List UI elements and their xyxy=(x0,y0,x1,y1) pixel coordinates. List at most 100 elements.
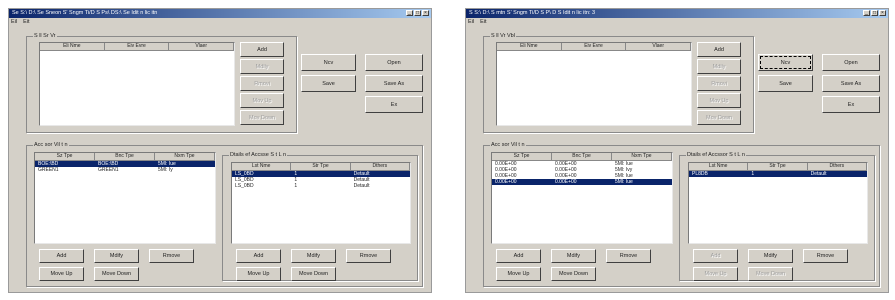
open-button[interactable]: Open xyxy=(822,54,880,71)
col-file-name[interactable]: Eli Nme xyxy=(497,43,562,50)
accessor-remove-button[interactable]: Rmove xyxy=(149,249,194,263)
list-cell: 5Ml: Iy xyxy=(158,167,173,173)
file-modify-button[interactable]: Mdily xyxy=(240,59,284,74)
detail-move-up-button[interactable]: Move Up xyxy=(236,267,281,281)
file-group-label: S ll Vr Vbl xyxy=(490,33,516,40)
maximize-icon[interactable]: □ xyxy=(414,10,421,16)
exit-button[interactable]: Ex xyxy=(822,96,880,113)
col-list-name[interactable]: Lst Nme xyxy=(232,163,292,170)
save-button[interactable]: Save xyxy=(301,75,356,92)
save-button[interactable]: Save xyxy=(758,75,813,92)
col-max-type[interactable]: Nxm Tpe xyxy=(612,153,672,160)
accessor-remove-button[interactable]: Rmove xyxy=(606,249,651,263)
detail-move-down-button[interactable]: Move Down xyxy=(748,267,793,281)
list-item[interactable]: 0.00E+00 0.00E+00 5Ml: Iue xyxy=(492,179,672,185)
file-list[interactable]: Eli Nme Eiv Evre Vlaer xyxy=(496,42,692,126)
list-cell: 1 xyxy=(294,183,298,189)
col-value[interactable]: Vlaer xyxy=(169,43,234,50)
list-cell: PL8DB xyxy=(692,171,708,177)
accessor-modify-button[interactable]: Mdify xyxy=(551,249,596,263)
col-file-name[interactable]: Eli Nme xyxy=(40,43,105,50)
menu-file[interactable]: Eil xyxy=(11,19,17,26)
file-modify-button[interactable]: Mdily xyxy=(697,59,741,74)
detail-add-button[interactable]: Add xyxy=(693,249,738,263)
col-file-type[interactable]: Eiv Evre xyxy=(105,43,170,50)
col-others[interactable]: Dthers xyxy=(808,163,867,170)
file-remove-button[interactable]: Rmovi xyxy=(240,76,284,91)
detail-list[interactable]: Lst Nme Str Tpe Dthers PL8DB 1 Detault xyxy=(688,162,868,244)
accessor-move-up-button[interactable]: Move Up xyxy=(39,267,84,281)
minimize-icon[interactable]: _ xyxy=(406,10,413,16)
file-move-down-button[interactable]: Mov Down xyxy=(697,110,741,125)
detail-move-up-button[interactable]: Move Up xyxy=(693,267,738,281)
col-size-type[interactable]: Sz Tpe xyxy=(492,153,552,160)
detail-remove-button[interactable]: Rmove xyxy=(803,249,848,263)
window-title: S S:\ D:\ S mtn S' Sngm Ti/D S P\ D S Id… xyxy=(469,10,596,16)
menu-edit[interactable]: Eit xyxy=(480,19,486,26)
menu-edit[interactable]: Eit xyxy=(23,19,29,26)
detail-list[interactable]: Lst Nme Str Tpe Dthers LS_0BD 1 Detault … xyxy=(231,162,411,244)
detail-modify-button[interactable]: Mdify xyxy=(748,249,793,263)
list-item[interactable]: LS_0BD 1 Detault xyxy=(232,183,410,189)
col-bank-type[interactable]: Bnc Tpe xyxy=(552,153,612,160)
list-cell: 0.00E+00 xyxy=(495,179,517,185)
list-cell: LS_0BD xyxy=(235,183,254,189)
close-icon[interactable]: × xyxy=(879,10,886,16)
list-item[interactable]: GREEN1 GREEN1 5Ml: Iy xyxy=(35,167,215,173)
detail-group-label: Dtails ef Accsse S t L n xyxy=(229,152,288,159)
save-as-button[interactable]: Save As xyxy=(365,75,423,92)
col-file-type[interactable]: Eiv Evre xyxy=(562,43,627,50)
file-add-button[interactable]: Add xyxy=(697,42,741,57)
detail-modify-button[interactable]: Mdify xyxy=(291,249,336,263)
list-cell: 0.00E+00 xyxy=(555,179,577,185)
menu-bar: Eil Eit xyxy=(468,19,487,26)
accessor-add-button[interactable]: Add xyxy=(496,249,541,263)
col-size-type[interactable]: Sz Tpe xyxy=(35,153,95,160)
col-str-type[interactable]: Str Tpe xyxy=(748,163,808,170)
save-as-button[interactable]: Save As xyxy=(822,75,880,92)
accessor-modify-button[interactable]: Mdify xyxy=(94,249,139,263)
col-value[interactable]: Vlaer xyxy=(626,43,691,50)
col-list-name[interactable]: Lst Nme xyxy=(689,163,749,170)
detail-remove-button[interactable]: Rmove xyxy=(346,249,391,263)
col-max-type[interactable]: Nxm Tpe xyxy=(155,153,215,160)
file-list[interactable]: Eli Nme Eiv Evre Vlaer xyxy=(39,42,235,126)
list-cell: GREEN1 xyxy=(98,167,119,173)
accessor-move-down-button[interactable]: Move Down xyxy=(94,267,139,281)
detail-add-button[interactable]: Add xyxy=(236,249,281,263)
accessor-move-up-button[interactable]: Move Up xyxy=(496,267,541,281)
menu-bar: Eil Eit xyxy=(11,19,30,26)
detail-move-down-button[interactable]: Move Down xyxy=(291,267,336,281)
list-item[interactable]: PL8DB 1 Detault xyxy=(689,171,867,177)
exit-button[interactable]: Ex xyxy=(365,96,423,113)
file-move-down-button[interactable]: Mov Down xyxy=(240,110,284,125)
file-add-button[interactable]: Add xyxy=(240,42,284,57)
accessor-list[interactable]: Sz Tpe Bnc Tpe Nxm Tpe BOE:\BD BOE:\BD 5… xyxy=(34,152,216,244)
accessor-move-down-button[interactable]: Move Down xyxy=(551,267,596,281)
file-remove-button[interactable]: Rmovi xyxy=(697,76,741,91)
title-bar: S S:\ D:\ S mtn S' Sngm Ti/D S P\ D S Id… xyxy=(466,9,888,18)
list-cell: 1 xyxy=(751,171,755,177)
list-cell: GREEN1 xyxy=(38,167,59,173)
list-cell: Detault xyxy=(810,171,827,177)
editor-window-2: S S:\ D:\ S mtn S' Sngm Ti/D S P\ D S Id… xyxy=(465,8,889,293)
col-str-type[interactable]: Str Tpe xyxy=(291,163,351,170)
accessor-group-label: Acc sor Vil t n xyxy=(33,142,69,149)
file-group-label: S ll Sr Vr xyxy=(33,33,57,40)
accessor-add-button[interactable]: Add xyxy=(39,249,84,263)
close-icon[interactable]: × xyxy=(422,10,429,16)
file-move-up-button[interactable]: Mov Up xyxy=(697,93,741,108)
minimize-icon[interactable]: _ xyxy=(863,10,870,16)
new-button[interactable]: Ncv xyxy=(758,54,813,71)
file-move-up-button[interactable]: Mov Up xyxy=(240,93,284,108)
menu-file[interactable]: Eil xyxy=(468,19,474,26)
window-title: Se S:\ D:\ Se Sneon S' Sngm Ti/D S Ps\ D… xyxy=(12,10,158,16)
editor-window-1: Se S:\ D:\ Se Sneon S' Sngm Ti/D S Ps\ D… xyxy=(8,8,432,293)
open-button[interactable]: Open xyxy=(365,54,423,71)
accessor-group-label: Acc sor Vil t n xyxy=(490,142,526,149)
col-bank-type[interactable]: Bnc Tpe xyxy=(95,153,155,160)
maximize-icon[interactable]: □ xyxy=(871,10,878,16)
col-others[interactable]: Dthers xyxy=(351,163,410,170)
new-button[interactable]: Ncv xyxy=(301,54,356,71)
accessor-list[interactable]: Sz Tpe Bnc Tpe Nxm Tpe 0.00E+00 0.00E+00… xyxy=(491,152,673,244)
